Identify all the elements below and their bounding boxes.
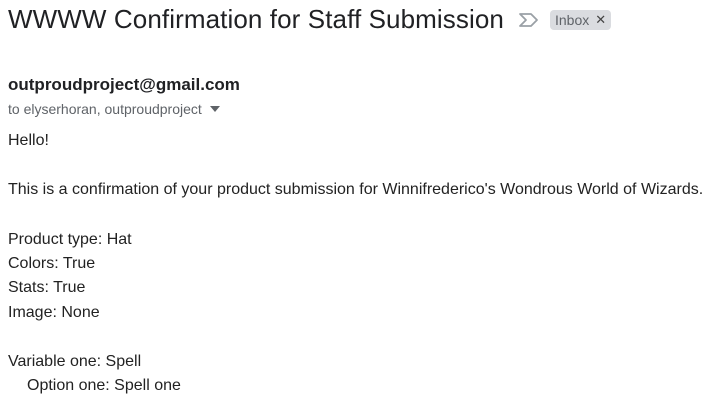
show-details-icon[interactable] xyxy=(209,106,220,112)
sender-address: outproudproject@gmail.com xyxy=(8,75,240,94)
variable-line: Variable one: Spell xyxy=(8,353,142,370)
greeting: Hello! xyxy=(8,132,49,149)
important-marker-icon[interactable] xyxy=(518,12,540,28)
recipients-text: to elyserhoran, outproudproject xyxy=(8,101,202,117)
remove-label-icon[interactable]: ✕ xyxy=(595,13,606,26)
field-line: Colors: True xyxy=(8,255,96,272)
field-line: Image: None xyxy=(8,304,100,321)
email-subject: WWWW Confirmation for Staff Submission xyxy=(8,4,504,34)
label-text: Inbox xyxy=(554,11,590,28)
inbox-label-chip[interactable]: Inbox ✕ xyxy=(549,9,612,30)
field-line: Product type: Hat xyxy=(8,231,132,248)
email-view: WWWW Confirmation for Staff Submission I… xyxy=(0,0,722,400)
subject-row: WWWW Confirmation for Staff Submission I… xyxy=(8,4,612,35)
field-line: Stats: True xyxy=(8,279,86,296)
intro-paragraph: This is a confirmation of your product s… xyxy=(8,181,704,198)
option-line: Option one: Spell one xyxy=(27,377,181,394)
recipients-line: to elyserhoran, outproudproject xyxy=(8,101,220,117)
